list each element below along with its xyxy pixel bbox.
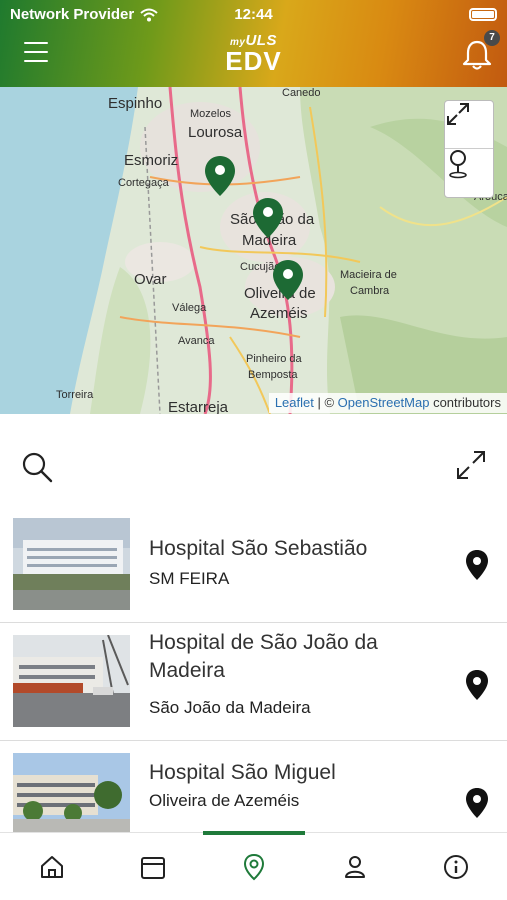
battery-icon [469, 8, 497, 21]
location-pin-icon [243, 853, 265, 881]
map-marker-icon[interactable] [203, 155, 237, 197]
logo-edv: EDV [225, 46, 282, 76]
map-label: Válega [172, 302, 207, 314]
list-item[interactable]: Hospital São Sebastião SM FEIRA [0, 505, 507, 623]
expand-list-icon[interactable] [454, 448, 488, 482]
map-label: Cortegaça [118, 177, 169, 189]
hospital-location: São João da Madeira [149, 698, 311, 717]
hospital-location: Oliveira de Azeméis [149, 791, 300, 810]
map-label: Canedo [282, 87, 321, 99]
map-label: Espinho [108, 95, 163, 112]
map-label: Avanca [178, 335, 215, 347]
list-item[interactable]: Hospital de São João da Madeira São João… [0, 623, 507, 741]
map-controls [444, 100, 494, 198]
location-pin-icon[interactable] [464, 549, 490, 581]
map-label: Pinheiro da [246, 353, 302, 365]
map-label: Macieira de [340, 269, 397, 281]
map-marker-icon[interactable] [251, 197, 285, 239]
location-pin-icon[interactable] [464, 669, 490, 701]
hospital-photo [13, 753, 130, 832]
search-icon[interactable] [20, 450, 54, 484]
notification-badge: 7 [484, 30, 500, 46]
info-icon [444, 855, 468, 879]
nav-active-indicator [203, 831, 305, 835]
nav-info[interactable] [442, 853, 470, 881]
nav-locations[interactable] [240, 853, 268, 881]
attribution-separator: | © [313, 395, 338, 410]
nav-calendar[interactable] [139, 853, 167, 881]
hospital-name: Hospital São Sebastião [149, 537, 368, 560]
attribution-suffix: contributors [429, 395, 501, 410]
map-marker-icon[interactable] [271, 259, 305, 301]
hospital-name: Hospital de São João da Madeira [149, 631, 378, 682]
map-label: Mozelos [190, 108, 231, 120]
bottom-nav [0, 832, 507, 900]
list-item[interactable]: Hospital São Miguel Oliveira de Azeméis [0, 741, 507, 832]
map-label: Lourosa [188, 124, 243, 141]
map-label: Estarreja [168, 399, 229, 414]
status-bar: Network Provider 12:44 [0, 0, 507, 28]
app-header: Network Provider 12:44 myULS EDV 7 [0, 0, 507, 87]
location-pin-icon[interactable] [464, 787, 490, 819]
hospital-list: Hospital São Sebastião SM FEIRA Hospital… [0, 505, 507, 832]
map-label: Cambra [350, 285, 390, 297]
home-icon [41, 856, 63, 878]
map-fullscreen-button[interactable] [445, 101, 493, 149]
hospital-photo [13, 518, 130, 610]
nav-profile[interactable] [341, 853, 369, 881]
app-logo: myULS EDV [0, 32, 507, 76]
map-locate-button[interactable] [445, 149, 493, 197]
map-attribution: Leaflet | © OpenStreetMap contributors [268, 393, 507, 413]
osm-link[interactable]: OpenStreetMap [338, 395, 430, 410]
hospital-photo [13, 635, 130, 727]
clock: 12:44 [234, 6, 273, 23]
map-label: Bemposta [248, 369, 298, 381]
expand-icon [447, 103, 469, 125]
nav-home[interactable] [38, 853, 66, 881]
map-label: Torreira [56, 389, 94, 401]
hospital-name: Hospital São Miguel [149, 761, 336, 784]
hospital-location: SM FEIRA [149, 569, 230, 588]
map-view[interactable]: Espinho Canedo Mozelos Lourosa Esmoriz C… [0, 87, 507, 414]
calendar-icon [141, 857, 165, 879]
map-label: Ovar [134, 271, 167, 288]
map-label: Esmoriz [124, 152, 179, 169]
map-label: Azeméis [250, 305, 308, 322]
user-icon [345, 856, 365, 878]
leaflet-link[interactable]: Leaflet [275, 395, 314, 410]
locate-pin-icon [449, 150, 467, 179]
